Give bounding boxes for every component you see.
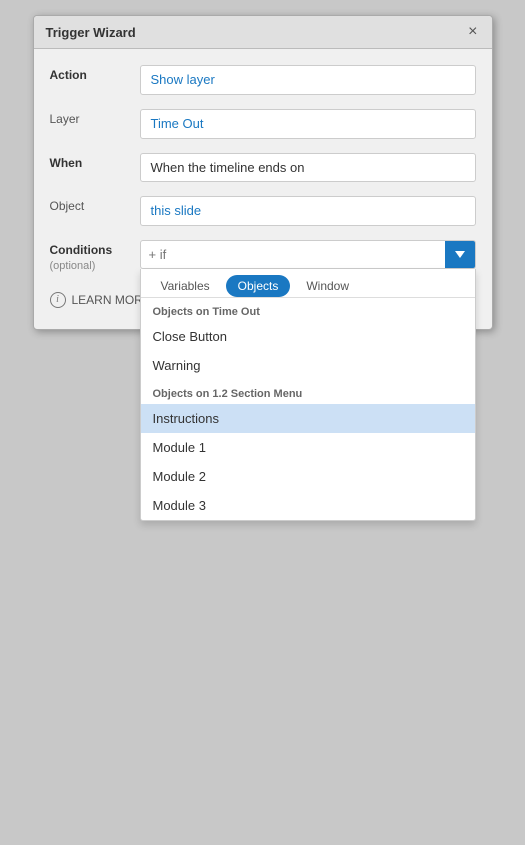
list-item-instructions[interactable]: Instructions xyxy=(141,404,475,433)
conditions-dropdown-panel: Variables Objects Window Objects on Time… xyxy=(140,269,476,521)
conditions-control: Variables Objects Window Objects on Time… xyxy=(140,240,476,269)
conditions-input-row xyxy=(140,240,476,269)
tab-window[interactable]: Window xyxy=(294,275,361,297)
layer-value: Time Out xyxy=(140,109,476,139)
dropdown-group1-label: Objects on Time Out xyxy=(141,298,475,322)
action-label: Action xyxy=(50,65,140,82)
tab-variables[interactable]: Variables xyxy=(149,275,222,297)
when-text-suffix: on xyxy=(290,160,304,175)
layer-row: Layer Time Out xyxy=(50,109,476,139)
conditions-sub-label: (optional) xyxy=(50,260,96,272)
dialog-title: Trigger Wizard xyxy=(46,25,136,40)
layer-label: Layer xyxy=(50,109,140,126)
when-row: When When the timeline ends on xyxy=(50,153,476,182)
list-item[interactable]: Module 1 xyxy=(141,433,475,462)
close-button[interactable]: × xyxy=(466,24,479,40)
when-text-underline: timeline ends xyxy=(210,160,287,175)
object-label: Object xyxy=(50,196,140,213)
conditions-label: Conditions xyxy=(50,243,140,257)
dialog-titlebar: Trigger Wizard × xyxy=(34,16,492,49)
conditions-dropdown-button[interactable] xyxy=(445,241,475,268)
dialog-body: Action Show layer Layer Time Out When Wh… xyxy=(34,49,492,329)
list-item[interactable]: Close Button xyxy=(141,322,475,351)
tab-objects[interactable]: Objects xyxy=(226,275,291,297)
action-row: Action Show layer xyxy=(50,65,476,95)
action-value: Show layer xyxy=(140,65,476,95)
dropdown-tabs: Variables Objects Window xyxy=(141,269,475,298)
list-item[interactable]: Module 2 xyxy=(141,462,475,491)
object-value: this slide xyxy=(140,196,476,226)
conditions-row: Conditions (optional) Variables xyxy=(50,240,476,272)
trigger-wizard-dialog: Trigger Wizard × Action Show layer Layer… xyxy=(33,15,493,330)
list-item[interactable]: Module 3 xyxy=(141,491,475,520)
conditions-label-block: Conditions (optional) xyxy=(50,240,140,272)
dropdown-group2-label: Objects on 1.2 Section Menu xyxy=(141,380,475,404)
learn-more-button[interactable]: i LEARN MORE xyxy=(50,292,151,308)
list-item[interactable]: Warning xyxy=(141,351,475,380)
when-block: When the timeline ends on xyxy=(140,153,476,182)
conditions-input[interactable] xyxy=(141,241,445,268)
object-row: Object this slide xyxy=(50,196,476,226)
learn-more-label: LEARN MORE xyxy=(72,293,151,307)
when-text-prefix: When the xyxy=(151,160,207,175)
when-label: When xyxy=(50,153,140,170)
chevron-down-icon xyxy=(455,251,465,258)
info-icon: i xyxy=(50,292,66,308)
